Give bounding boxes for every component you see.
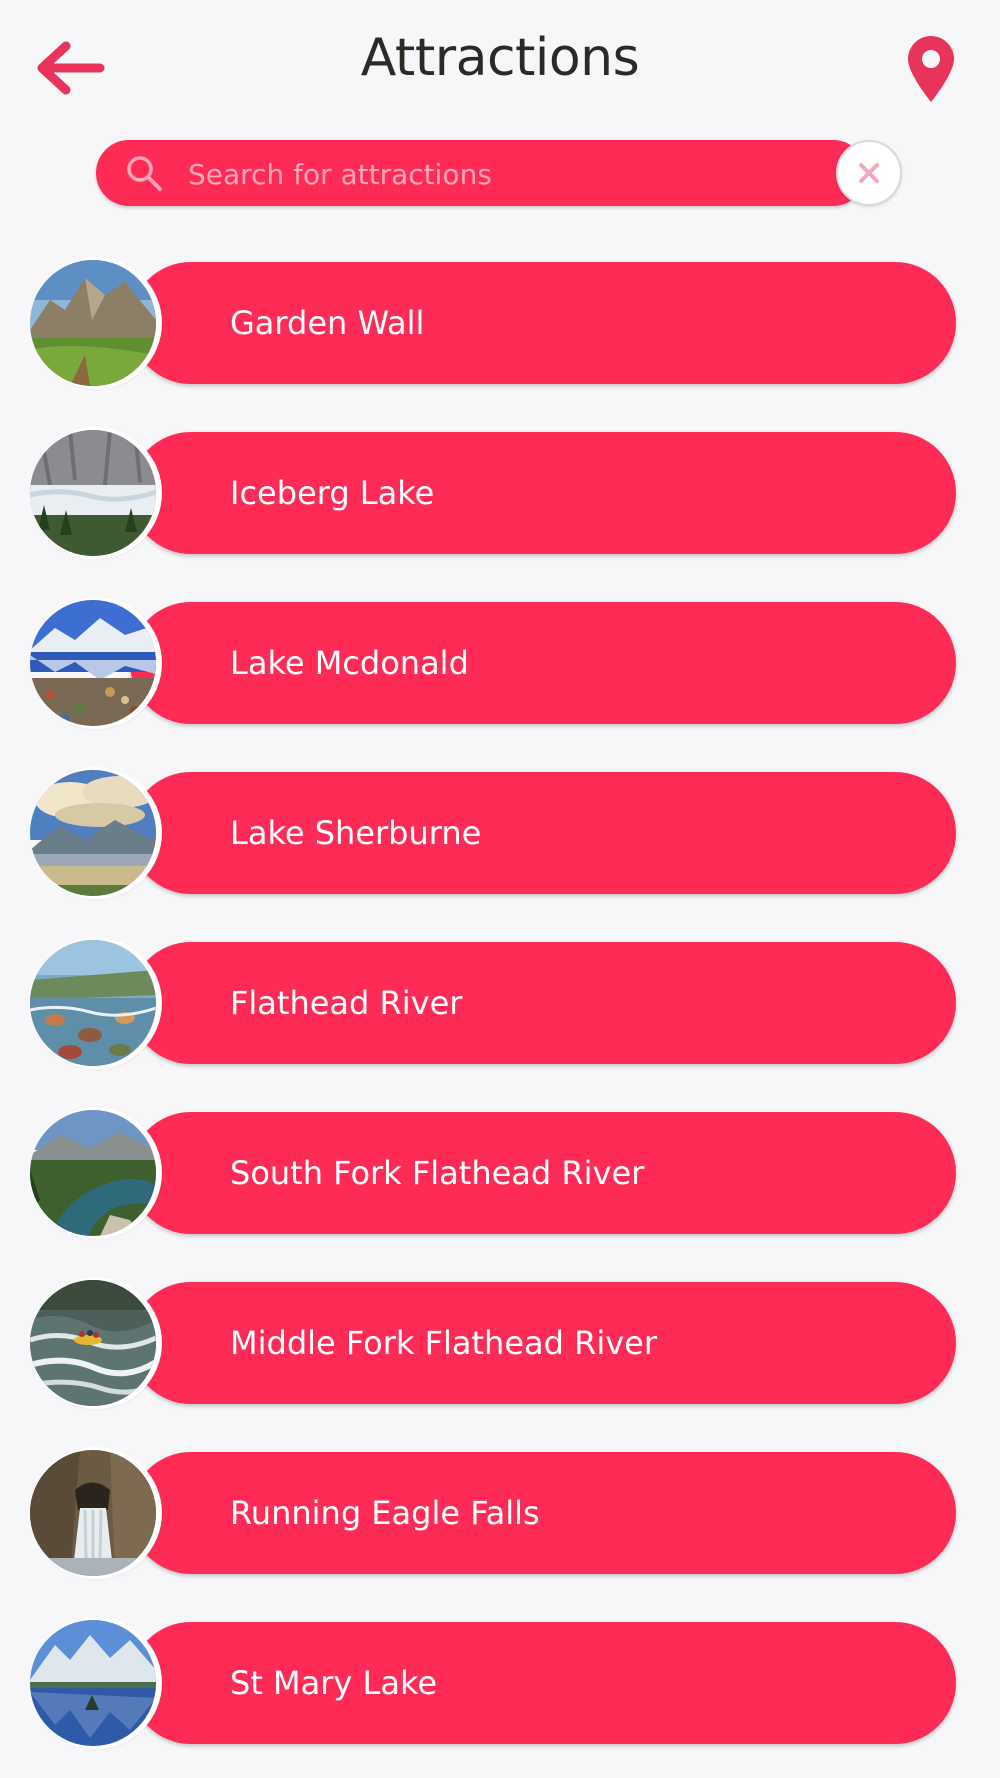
list-item[interactable]: Lake Mcdonald: [30, 600, 958, 726]
attraction-label: South Fork Flathead River: [230, 1154, 645, 1192]
attraction-thumbnail: [30, 1280, 156, 1406]
list-item[interactable]: Middle Fork Flathead River: [30, 1280, 958, 1406]
attraction-thumbnail: [30, 1450, 156, 1576]
location-button[interactable]: [904, 34, 958, 104]
list-item[interactable]: Running Eagle Falls: [30, 1450, 958, 1576]
attraction-thumbnail: [30, 1110, 156, 1236]
app-header: Attractions: [0, 0, 1000, 130]
attraction-label: Flathead River: [230, 984, 463, 1022]
attraction-label: Lake Mcdonald: [230, 644, 469, 682]
search-bar: [96, 140, 866, 208]
attraction-thumbnail: [30, 430, 156, 556]
list-item[interactable]: South Fork Flathead River: [30, 1110, 958, 1236]
attraction-label: St Mary Lake: [230, 1664, 438, 1702]
attraction-thumbnail: [30, 770, 156, 896]
attraction-thumbnail: [30, 940, 156, 1066]
search-icon: [127, 156, 162, 191]
list-item[interactable]: Flathead River: [30, 940, 958, 1066]
attraction-label: Garden Wall: [230, 304, 425, 342]
list-item[interactable]: St Mary Lake: [30, 1620, 958, 1746]
attraction-thumbnail: [30, 1620, 156, 1746]
attraction-label: Middle Fork Flathead River: [230, 1324, 657, 1362]
search-input[interactable]: [186, 140, 830, 208]
attraction-label: Running Eagle Falls: [230, 1494, 540, 1532]
attraction-thumbnail: [30, 260, 156, 386]
attraction-label: Iceberg Lake: [230, 474, 435, 512]
page-title: Attractions: [360, 28, 640, 88]
list-item[interactable]: Iceberg Lake: [30, 430, 958, 556]
list-item[interactable]: Garden Wall: [30, 260, 958, 386]
close-icon: [859, 163, 879, 183]
clear-search-button[interactable]: [836, 140, 902, 206]
list-item[interactable]: Lake Sherburne: [30, 770, 958, 896]
attraction-thumbnail: [30, 600, 156, 726]
attraction-label: Lake Sherburne: [230, 814, 482, 852]
map-pin-icon: [908, 36, 954, 102]
